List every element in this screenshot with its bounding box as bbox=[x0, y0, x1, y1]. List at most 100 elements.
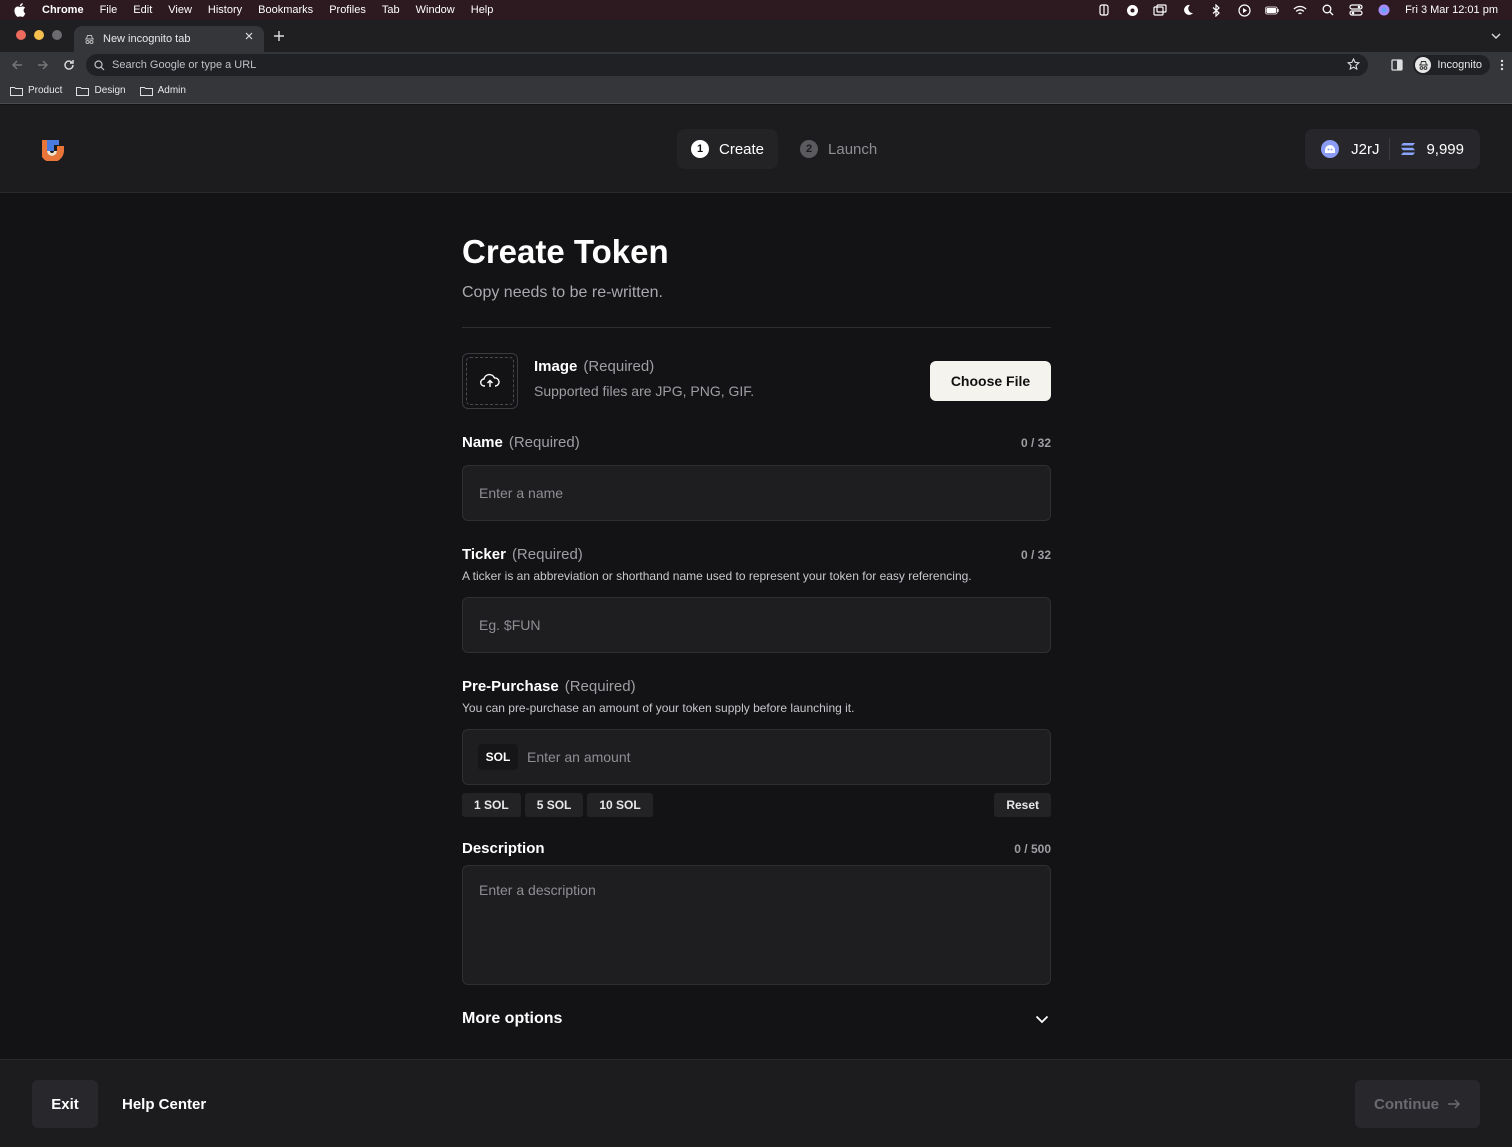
page-title: Create Token bbox=[462, 233, 669, 270]
menu-view[interactable]: View bbox=[168, 4, 192, 16]
wifi-icon[interactable] bbox=[1293, 3, 1307, 17]
app-logo-icon[interactable] bbox=[40, 137, 66, 161]
quick-1-sol-button[interactable]: 1 SOL bbox=[462, 793, 521, 817]
prepurchase-label: Pre-Purchase bbox=[462, 678, 559, 695]
quick-10-sol-button[interactable]: 10 SOL bbox=[587, 793, 653, 817]
play-icon[interactable] bbox=[1237, 3, 1251, 17]
required-tag: (Required) bbox=[583, 358, 655, 375]
menu-profiles[interactable]: Profiles bbox=[329, 4, 366, 16]
wallet-address: J2rJ bbox=[1351, 140, 1380, 158]
kebab-menu-icon[interactable] bbox=[1500, 59, 1504, 71]
bookmark-star-icon[interactable] bbox=[1347, 58, 1360, 71]
back-arrow-icon[interactable] bbox=[8, 56, 26, 74]
minimize-window-button[interactable] bbox=[34, 30, 44, 40]
side-panel-icon[interactable] bbox=[1391, 59, 1403, 71]
wallet-button[interactable]: J2rJ 9,999 bbox=[1305, 129, 1480, 169]
image-upload-dropzone[interactable] bbox=[462, 353, 518, 409]
menu-tab[interactable]: Tab bbox=[382, 4, 400, 16]
browser-tab[interactable]: New incognito tab bbox=[74, 26, 264, 52]
folder-icon bbox=[76, 86, 90, 96]
solana-icon bbox=[1400, 142, 1416, 156]
menu-chrome[interactable]: Chrome bbox=[42, 4, 84, 16]
apple-icon[interactable] bbox=[14, 3, 28, 17]
required-tag: (Required) bbox=[511, 546, 583, 563]
incognito-avatar-icon bbox=[1415, 57, 1432, 73]
menu-help[interactable]: Help bbox=[471, 4, 494, 16]
menu-window[interactable]: Window bbox=[416, 4, 455, 16]
figma-icon[interactable] bbox=[1097, 3, 1111, 17]
system-menu-bar: Chrome File Edit View History Bookmarks … bbox=[0, 0, 1512, 20]
description-char-counter: 0 / 500 bbox=[1014, 842, 1051, 856]
image-hint: Supported files are JPG, PNG, GIF. bbox=[534, 383, 755, 399]
prepurchase-hint: You can pre-purchase an amount of your t… bbox=[462, 701, 855, 715]
search-icon bbox=[94, 59, 105, 71]
description-field-label: Description bbox=[462, 840, 545, 857]
menu-bookmarks[interactable]: Bookmarks bbox=[258, 4, 313, 16]
cloud-upload-icon bbox=[480, 373, 500, 389]
menu-edit[interactable]: Edit bbox=[133, 4, 152, 16]
address-placeholder: Search Google or type a URL bbox=[112, 59, 257, 71]
footer-bar: Exit Help Center Continue bbox=[0, 1059, 1512, 1147]
exit-button[interactable]: Exit bbox=[32, 1080, 98, 1128]
profile-label: Incognito bbox=[1437, 59, 1482, 71]
bookmark-design[interactable]: Design bbox=[76, 85, 126, 96]
steering-icon[interactable] bbox=[1125, 3, 1139, 17]
description-placeholder: Enter a description bbox=[479, 882, 596, 898]
step-create[interactable]: 1 Create bbox=[677, 129, 779, 169]
close-tab-icon[interactable] bbox=[244, 31, 254, 41]
browser-toolbar: Search Google or type a URL Incognito bbox=[0, 52, 1512, 78]
bookmark-label: Admin bbox=[157, 85, 186, 96]
name-input[interactable]: Enter a name bbox=[462, 465, 1051, 521]
step-number: 1 bbox=[691, 140, 709, 158]
section-divider bbox=[462, 327, 1051, 328]
ticker-char-counter: 0 / 32 bbox=[1020, 548, 1051, 562]
description-textarea[interactable]: Enter a description bbox=[462, 865, 1051, 985]
tab-search-chevron-icon[interactable] bbox=[1490, 30, 1502, 42]
name-field-label: Name (Required) bbox=[462, 434, 580, 451]
reload-icon[interactable] bbox=[60, 56, 78, 74]
ticker-input[interactable]: Eg. $FUN bbox=[462, 597, 1051, 653]
prepurchase-amount-input[interactable]: SOL Enter an amount bbox=[462, 729, 1051, 785]
name-char-counter: 0 / 32 bbox=[1020, 436, 1051, 450]
menu-history[interactable]: History bbox=[208, 4, 242, 16]
menubar-clock[interactable]: Fri 3 Mar 12:01 pm bbox=[1405, 4, 1498, 16]
battery-icon[interactable] bbox=[1265, 3, 1279, 17]
menu-file[interactable]: File bbox=[100, 4, 118, 16]
name-label: Name bbox=[462, 434, 503, 451]
choose-file-button[interactable]: Choose File bbox=[930, 361, 1051, 401]
close-window-button[interactable] bbox=[16, 30, 26, 40]
windows-icon[interactable] bbox=[1153, 3, 1167, 17]
ticker-label: Ticker bbox=[462, 546, 506, 563]
bluetooth-icon[interactable] bbox=[1209, 3, 1223, 17]
new-tab-plus-icon[interactable] bbox=[272, 29, 286, 43]
help-center-link[interactable]: Help Center bbox=[122, 1080, 206, 1128]
moon-icon[interactable] bbox=[1181, 3, 1195, 17]
forward-arrow-icon[interactable] bbox=[34, 56, 52, 74]
quick-amount-buttons: 1 SOL 5 SOL 10 SOL bbox=[462, 793, 653, 817]
control-center-icon[interactable] bbox=[1349, 3, 1363, 17]
step-number: 2 bbox=[800, 140, 819, 158]
reset-amount-button[interactable]: Reset bbox=[994, 793, 1051, 817]
description-label: Description bbox=[462, 840, 545, 857]
tab-title: New incognito tab bbox=[103, 33, 191, 45]
zoom-window-button[interactable] bbox=[52, 30, 62, 40]
bookmark-product[interactable]: Product bbox=[10, 85, 62, 96]
quick-5-sol-button[interactable]: 5 SOL bbox=[524, 793, 584, 817]
image-label: Image bbox=[534, 358, 578, 375]
arrow-right-icon bbox=[1447, 1098, 1461, 1110]
step-label: Launch bbox=[828, 140, 878, 158]
more-options-toggle[interactable]: More options bbox=[462, 1009, 1051, 1029]
profile-button[interactable]: Incognito bbox=[1413, 55, 1490, 75]
stepper: 1 Create 2 Launch bbox=[677, 129, 891, 169]
siri-icon[interactable] bbox=[1377, 3, 1391, 17]
step-label: Create bbox=[719, 140, 765, 158]
image-field-label: Image (Required) bbox=[534, 358, 654, 375]
bookmark-admin[interactable]: Admin bbox=[139, 85, 186, 96]
continue-button[interactable]: Continue bbox=[1355, 1080, 1480, 1128]
window-controls bbox=[16, 30, 62, 40]
step-launch[interactable]: 2 Launch bbox=[786, 129, 891, 169]
amount-placeholder: Enter an amount bbox=[527, 749, 631, 765]
spotlight-search-icon[interactable] bbox=[1321, 3, 1335, 17]
address-bar[interactable]: Search Google or type a URL bbox=[86, 54, 1368, 76]
prepurchase-field-label: Pre-Purchase (Required) bbox=[462, 678, 636, 695]
